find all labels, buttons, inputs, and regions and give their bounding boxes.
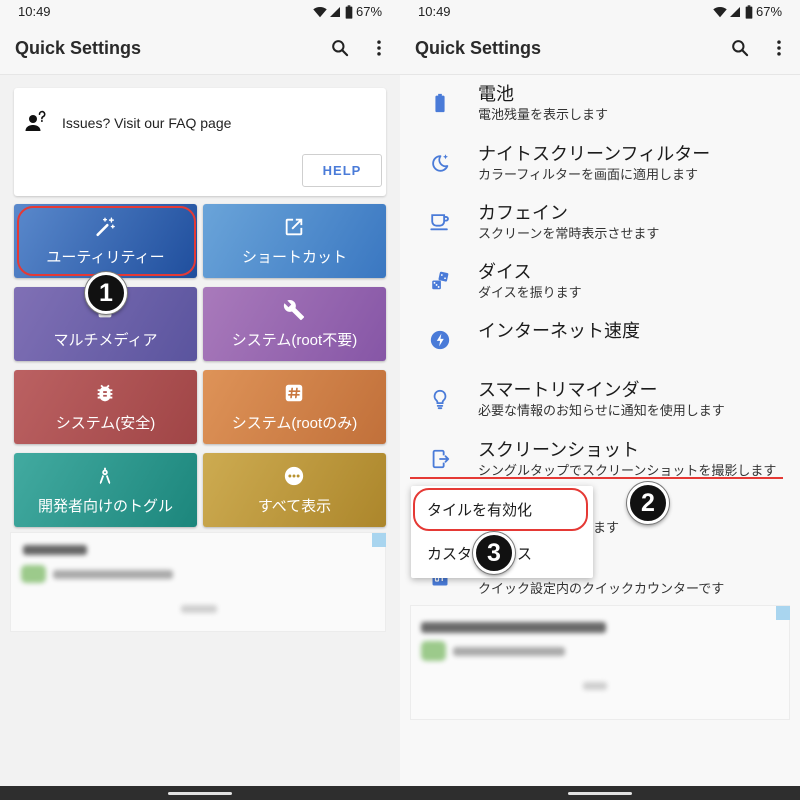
tile-show-all[interactable]: すべて表示 bbox=[203, 453, 386, 527]
ad-banner[interactable] bbox=[410, 605, 790, 720]
list-item-title: スクリーンショット bbox=[478, 440, 640, 460]
faq-card: Issues? Visit our FAQ page HELP bbox=[14, 88, 386, 196]
screenshot-icon bbox=[429, 448, 451, 470]
highlight-outline-enable-tile bbox=[413, 488, 588, 531]
list-item-subtitle: 電池残量を表示します bbox=[478, 107, 609, 122]
list-item-night-screen-filter[interactable]: ナイトスクリーンフィルター カラーフィルターを画面に適用します bbox=[410, 132, 790, 190]
list-item-subtitle: 必要な情報のお知らせに通知を使用します bbox=[478, 403, 725, 418]
list-item-title: スマートリマインダー bbox=[478, 380, 658, 400]
ad-info-corner[interactable] bbox=[776, 606, 790, 620]
app-bar: Quick Settings bbox=[0, 25, 400, 75]
app-bar: Quick Settings bbox=[400, 25, 800, 75]
home-gesture-pill[interactable] bbox=[168, 792, 232, 795]
annotation-marker-2: 2 bbox=[627, 482, 669, 524]
list-item-title: 電池 bbox=[478, 84, 514, 104]
dice-icon bbox=[429, 270, 451, 292]
tile-label: ショートカット bbox=[241, 249, 347, 266]
bug-icon bbox=[94, 382, 116, 404]
more-horiz-icon bbox=[283, 465, 305, 487]
annotation-marker-1: 1 bbox=[85, 272, 127, 314]
status-bar: 10:49 67% bbox=[0, 0, 400, 25]
highlight-outline-utility bbox=[17, 206, 196, 276]
battery-icon bbox=[429, 92, 451, 114]
list-item-subtitle: ダイスを振ります bbox=[478, 285, 582, 300]
battery-percent: 67% bbox=[756, 4, 783, 19]
menu-item-customize-start[interactable]: カスタ bbox=[427, 545, 472, 565]
status-time: 10:49 bbox=[418, 4, 451, 19]
signal-icon bbox=[329, 6, 341, 18]
status-time: 10:49 bbox=[18, 4, 51, 19]
coffee-cup-icon bbox=[429, 211, 451, 233]
tile-label: システム(root不要) bbox=[231, 332, 358, 349]
battery-icon bbox=[345, 5, 353, 19]
drafting-compass-icon bbox=[94, 465, 116, 487]
night-moon-icon bbox=[429, 152, 451, 174]
list-item-title: ダイス bbox=[478, 262, 532, 282]
wifi-icon bbox=[313, 6, 327, 18]
wifi-icon bbox=[713, 6, 727, 18]
signal-icon bbox=[729, 6, 741, 18]
navigation-bar bbox=[400, 786, 800, 800]
status-bar: 10:49 67% bbox=[400, 0, 800, 25]
tile-label: システム(rootのみ) bbox=[231, 415, 358, 432]
tile-system-safe[interactable]: システム(安全) bbox=[14, 370, 197, 444]
search-icon[interactable] bbox=[730, 38, 750, 58]
search-icon[interactable] bbox=[330, 38, 350, 58]
tile-label: すべて表示 bbox=[257, 498, 332, 515]
wrench-icon bbox=[283, 299, 305, 321]
ad-banner[interactable] bbox=[10, 532, 386, 632]
ad-blurred-content bbox=[181, 605, 217, 613]
battery-percent: 67% bbox=[356, 4, 383, 19]
lightbulb-icon bbox=[429, 388, 451, 410]
annotation-marker-3: 3 bbox=[473, 532, 515, 574]
person-question-icon bbox=[24, 110, 48, 134]
list-item-caffeine[interactable]: カフェイン スクリーンを常時表示させます bbox=[410, 191, 790, 249]
tile-label: システム(安全) bbox=[55, 415, 156, 432]
page-title: Quick Settings bbox=[15, 38, 142, 58]
ad-info-corner[interactable] bbox=[372, 533, 386, 547]
ad-blurred-content bbox=[23, 545, 87, 555]
list-item-subtitle: カラーフィルターを画面に適用します bbox=[478, 167, 698, 182]
ad-blurred-content bbox=[21, 565, 46, 583]
hash-icon bbox=[283, 382, 305, 404]
list-item-smart-reminder[interactable]: スマートリマインダー 必要な情報のお知らせに通知を使用します bbox=[410, 368, 790, 426]
highlight-underline-screenshot bbox=[410, 477, 783, 479]
ad-blurred-content bbox=[583, 682, 607, 690]
list-item-subtitle: スクリーンを常時表示させます bbox=[478, 226, 660, 241]
ad-blurred-content bbox=[421, 641, 446, 661]
more-vert-icon[interactable] bbox=[769, 38, 789, 58]
tile-label: マルチメディア bbox=[53, 332, 158, 349]
list-item-title: インターネット速度 bbox=[478, 321, 640, 341]
ad-blurred-content bbox=[421, 622, 606, 633]
help-button[interactable]: HELP bbox=[302, 154, 382, 187]
tile-system-no-root[interactable]: システム(root不要) bbox=[203, 287, 386, 361]
menu-item-customize-end[interactable]: ス bbox=[517, 545, 532, 565]
more-vert-icon[interactable] bbox=[369, 38, 389, 58]
left-phone-screen: 10:49 67% Quick Settings Issues? Visit o… bbox=[0, 0, 400, 800]
tile-shortcut[interactable]: ショートカット bbox=[203, 204, 386, 278]
faq-text: Issues? Visit our FAQ page bbox=[62, 115, 232, 131]
list-item-title: カフェイン bbox=[478, 203, 568, 223]
right-phone-screen: 10:49 67% Quick Settings 電池 電池残量を表示します ナ… bbox=[400, 0, 800, 800]
tile-developer-toggles[interactable]: 開発者向けのトグル bbox=[14, 453, 197, 527]
tile-system-root-only[interactable]: システム(rootのみ) bbox=[203, 370, 386, 444]
speed-icon bbox=[429, 329, 451, 351]
home-gesture-pill[interactable] bbox=[568, 792, 632, 795]
page-title: Quick Settings bbox=[415, 38, 542, 58]
list-item-subtitle-partial: ます bbox=[593, 520, 620, 535]
open-in-new-icon bbox=[283, 216, 305, 238]
battery-icon bbox=[745, 5, 753, 19]
ad-blurred-content bbox=[453, 647, 565, 656]
list-item-title: ナイトスクリーンフィルター bbox=[478, 144, 711, 164]
list-item-dice[interactable]: ダイス ダイスを振ります bbox=[410, 250, 790, 308]
navigation-bar bbox=[0, 786, 400, 800]
list-item-battery[interactable]: 電池 電池残量を表示します bbox=[410, 72, 790, 130]
list-item-internet-speed[interactable]: インターネット速度 bbox=[410, 309, 790, 367]
ad-blurred-content bbox=[53, 570, 173, 579]
list-item-subtitle: クイック設定内のクイックカウンターです bbox=[478, 581, 725, 596]
tile-label: 開発者向けのトグル bbox=[37, 498, 173, 515]
